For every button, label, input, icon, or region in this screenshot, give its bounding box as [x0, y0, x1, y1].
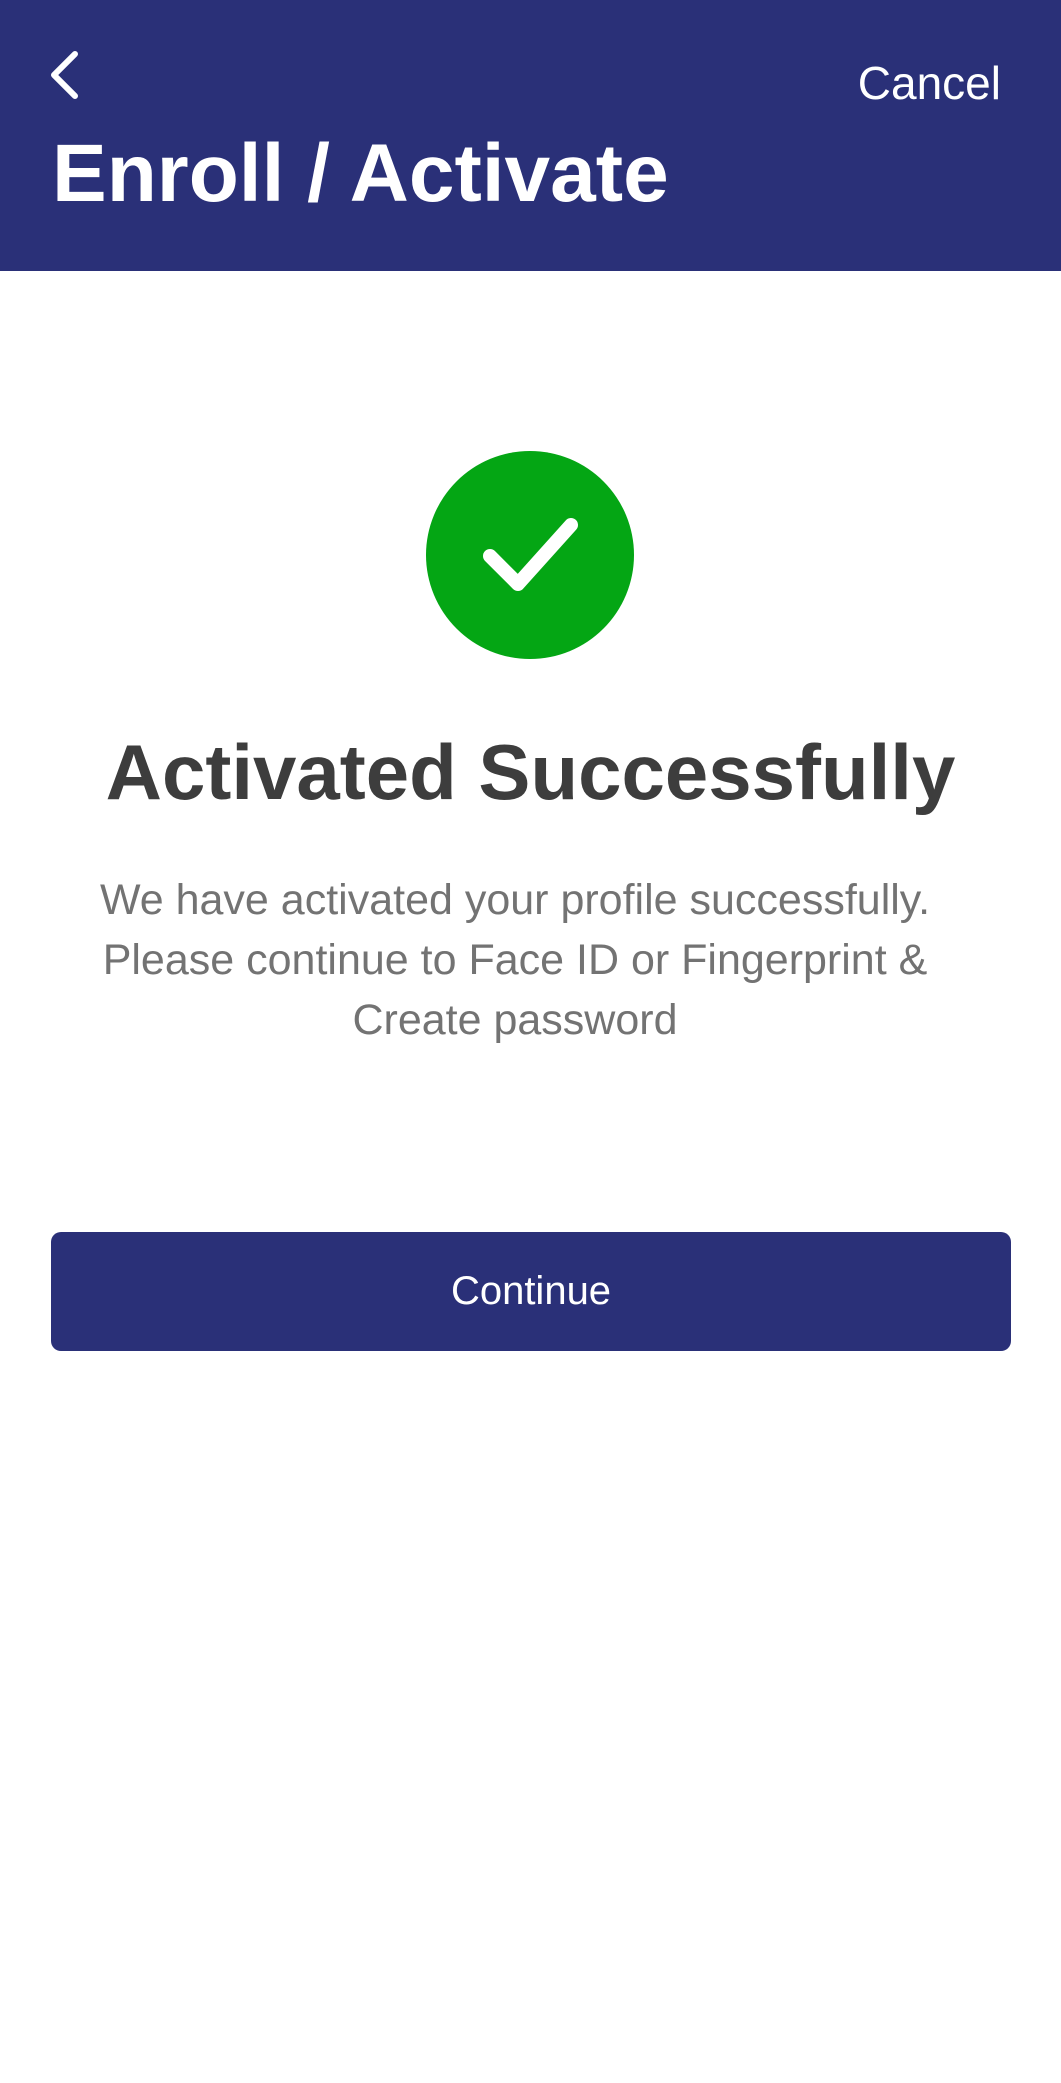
checkmark-circle-icon [426, 451, 634, 659]
success-message: We have activated your profile successfu… [60, 870, 970, 1050]
chevron-left-icon [51, 51, 78, 99]
page-title: Enroll / Activate [52, 128, 669, 219]
app-header: Cancel Enroll / Activate [0, 0, 1061, 271]
success-title: Activated Successfully [105, 728, 956, 816]
continue-button[interactable]: Continue [51, 1232, 1011, 1351]
cancel-button[interactable]: Cancel [858, 56, 1001, 110]
success-message-line: We have activated your profile successfu… [99, 876, 931, 924]
success-message-line: Please continue to Face ID or Fingerprin… [102, 936, 928, 984]
success-message-line: Create password [352, 996, 678, 1044]
back-button[interactable] [40, 44, 90, 106]
